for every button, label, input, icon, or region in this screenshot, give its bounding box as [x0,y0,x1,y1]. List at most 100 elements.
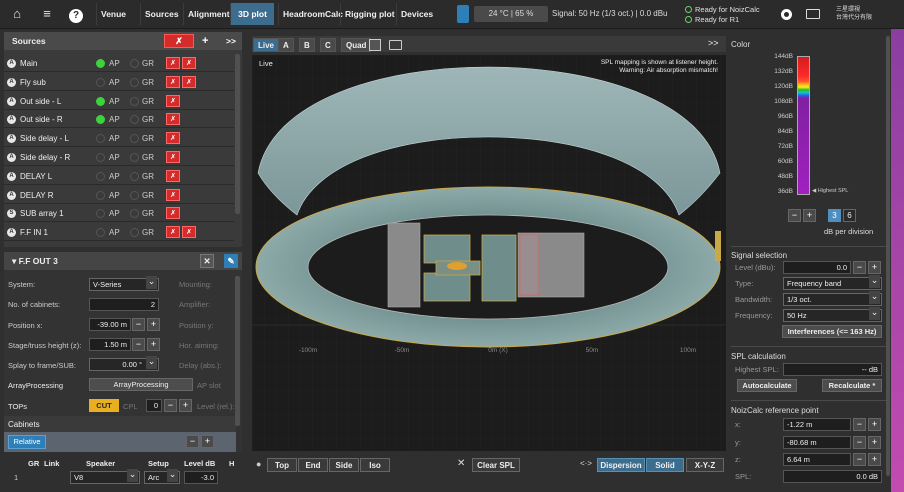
record-icon[interactable] [781,9,792,20]
relative-button[interactable]: Relative [8,435,46,449]
tools-icon[interactable]: ✕ [200,254,214,268]
interferences-button[interactable]: Interferences (<= 163 Hz) [782,325,882,338]
light-icon[interactable]: ● [256,459,261,469]
tab-venue[interactable]: Venue [96,3,130,25]
arrayprocessing-button[interactable]: ArrayProcessing [89,378,193,391]
tab-headroomcalc[interactable]: HeadroomCalc [278,3,347,25]
tab-b[interactable]: B [299,38,315,52]
mute-button[interactable]: ✗ [166,57,180,69]
xyz-button[interactable]: X-Y-Z [686,458,724,472]
mute-button[interactable]: ✗ [166,113,180,126]
level-field[interactable]: -3.0 [184,471,218,484]
gr-indicator[interactable] [130,77,139,87]
ap-indicator[interactable] [96,134,105,144]
ap-indicator[interactable] [96,77,105,87]
gr-indicator[interactable] [130,209,139,219]
device-icon[interactable] [806,9,820,19]
clear-spl-button[interactable]: Clear SPL [472,458,520,472]
ref-y-increment[interactable]: + [868,436,881,449]
mute-button[interactable]: ✗ [166,75,180,88]
bandwidth-select[interactable]: 1/3 oct. [783,291,882,306]
ref-y-decrement[interactable]: − [853,436,866,449]
remove-cabinet-button[interactable]: − [186,435,199,448]
mute-button[interactable]: ✗ [166,169,180,182]
list-item[interactable]: A Out side - R AP GR ✗ [4,111,234,129]
view-side-button[interactable]: Side [329,458,359,472]
close-icon[interactable]: ✕ [457,458,465,469]
list-item[interactable]: A Main AP GR ✗ ✗ [4,55,234,72]
ref-x-field[interactable]: -1.22 m [783,418,851,431]
tab-rigging-plot[interactable]: Rigging plot [340,3,399,25]
per-div-6[interactable]: 6 [843,209,856,222]
system-select[interactable]: V-Series [89,276,159,291]
temperature-display[interactable]: 24 °C | 65 % [474,6,548,22]
setup-select[interactable]: Arc [144,469,180,484]
mute-button[interactable]: ✗ [166,132,180,145]
ref-z-decrement[interactable]: − [853,453,866,466]
mute-button[interactable]: ✗ [182,75,196,88]
cut-toggle[interactable]: CUT [89,399,119,412]
view-iso-button[interactable]: Iso [360,458,390,472]
right-scrollbar[interactable] [886,36,890,476]
list-item[interactable]: A DELAY R AP GR ✗ [4,186,234,204]
ap-indicator[interactable] [96,115,105,125]
autocalculate-button[interactable]: Autocalculate [737,379,797,392]
level-dbu-field[interactable]: 0.0 [783,261,851,274]
frequency-select[interactable]: 50 Hz [783,307,882,322]
list-item[interactable]: A F.F IN 1 AP GR ✗ ✗ [4,224,234,242]
ref-x-increment[interactable]: + [868,418,881,431]
mute-all-button[interactable]: ✗ [164,34,194,48]
position-x-increment[interactable]: + [147,318,160,331]
stage-height-field[interactable]: 1.50 m [89,338,131,351]
ap-indicator[interactable] [96,209,105,219]
ap-indicator[interactable] [96,171,105,181]
ap-indicator[interactable] [96,190,105,200]
level-decrement[interactable]: − [853,261,866,274]
mute-button[interactable]: ✗ [166,94,180,107]
help-icon[interactable]: ? [63,3,89,25]
ref-z-field[interactable]: 6.64 m [783,453,851,466]
gr-indicator[interactable] [130,153,139,162]
tab-devices[interactable]: Devices [396,3,437,25]
mute-button[interactable]: ✗ [166,207,180,220]
level-increment[interactable]: + [868,261,881,274]
add-source-button[interactable]: + [202,32,208,50]
gr-indicator[interactable] [130,134,139,144]
ap-indicator[interactable] [96,59,105,68]
mute-button[interactable]: ✗ [182,226,196,239]
table-row[interactable]: 1 V8 Arc -3.0 [4,469,236,485]
menu-icon[interactable]: ≡ [34,3,60,25]
cpl-decrement[interactable]: − [164,399,177,412]
3d-plot-canvas[interactable]: -100m -50m 0m (X) 50m 100m Live SPL mapping … [252,55,726,451]
position-x-decrement[interactable]: − [132,318,145,331]
folder-icon[interactable] [389,40,402,50]
stage-height-decrement[interactable]: − [132,338,145,351]
scale-increment[interactable]: + [803,209,816,222]
stage-height-increment[interactable]: + [147,338,160,351]
ap-indicator[interactable] [96,96,105,106]
cpl-field[interactable]: 0 [146,399,162,412]
view-end-button[interactable]: End [298,458,328,472]
expand-view-icon[interactable]: >> [708,38,719,48]
mute-button[interactable]: ✗ [182,57,196,69]
properties-scrollbar[interactable] [235,276,240,426]
view-top-button[interactable]: Top [267,458,297,472]
mute-button[interactable]: ✗ [166,188,180,201]
list-item[interactable]: A Out side - L AP GR ✗ [4,92,234,110]
thermometer-icon[interactable] [457,5,469,23]
splay-select[interactable]: 0.00 ° [89,356,159,371]
ap-indicator[interactable] [96,228,105,238]
list-item[interactable]: A DELAY L AP GR ✗ [4,167,234,185]
ref-y-field[interactable]: -80.68 m [783,436,851,449]
type-select[interactable]: Frequency band [783,275,882,290]
list-item[interactable]: A Side delay - L AP GR ✗ [4,130,234,148]
ap-indicator[interactable] [96,153,105,162]
list-item[interactable]: A Fly sub AP GR ✗ ✗ [4,73,234,91]
edit-icon[interactable]: ✎ [224,254,238,268]
list-item[interactable]: S SUB array 1 AP GR ✗ [4,205,234,223]
dispersion-button[interactable]: Dispersion [597,458,645,472]
position-x-field[interactable]: -39.00 m [89,318,131,331]
list-item[interactable]: A Side delay - R AP GR ✗ [4,149,234,166]
cpl-increment[interactable]: + [179,399,192,412]
gr-indicator[interactable] [130,171,139,181]
